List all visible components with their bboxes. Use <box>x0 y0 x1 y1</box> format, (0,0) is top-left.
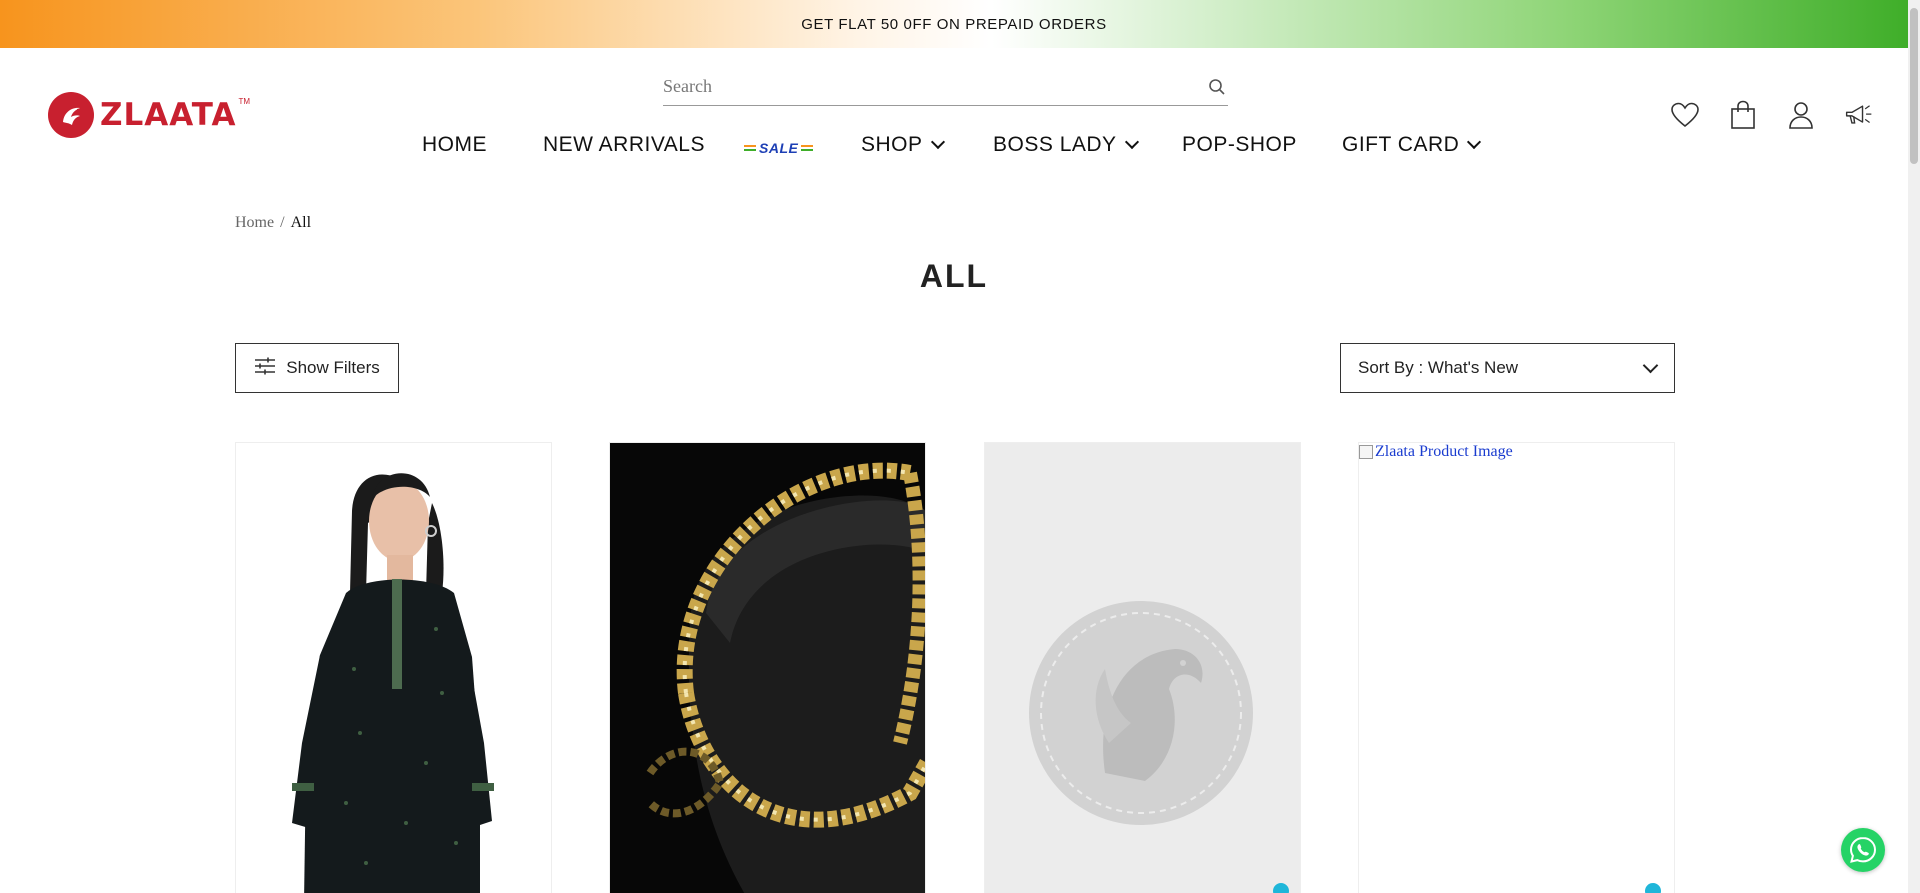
product-card[interactable] <box>609 442 926 893</box>
brand-trademark: TM <box>238 96 251 106</box>
product-card[interactable] <box>984 442 1301 893</box>
user-icon[interactable] <box>1786 100 1816 130</box>
nav-pop-shop-label: POP-SHOP <box>1182 133 1297 156</box>
chevron-down-icon <box>1467 134 1482 150</box>
heart-icon[interactable] <box>1670 100 1700 130</box>
nav-home-label: HOME <box>422 133 487 156</box>
breadcrumb: Home / All <box>235 214 311 232</box>
product-image-kurta <box>236 443 551 893</box>
color-swatch-dot[interactable] <box>1273 883 1289 893</box>
page-title: ALL <box>919 258 989 294</box>
megaphone-icon[interactable] <box>1844 100 1874 130</box>
nav-shop[interactable]: SHOP <box>861 133 945 157</box>
zlaata-placeholder-icon <box>985 443 1300 893</box>
show-filters-button[interactable]: Show Filters <box>235 343 399 393</box>
chevron-down-icon <box>1124 134 1139 150</box>
sort-label: Sort By : What's New <box>1358 358 1519 377</box>
promo-text: GET FLAT 50 0FF ON PREPAID ORDERS <box>801 15 1107 33</box>
nav-new-arrivals[interactable]: NEW ARRIVALS <box>543 133 705 157</box>
whatsapp-icon <box>1849 836 1877 863</box>
logo-bird-icon <box>48 92 94 138</box>
sale-stripe-right <box>801 145 814 151</box>
brand-name: ZLAATA <box>100 97 237 133</box>
filter-sliders-icon <box>254 357 276 380</box>
nav-gift-card[interactable]: GIFT CARD <box>1342 133 1482 157</box>
color-swatch-dot[interactable] <box>1645 883 1661 893</box>
nav-boss-lady[interactable]: BOSS LADY <box>993 133 1139 157</box>
chevron-down-icon <box>1642 357 1659 373</box>
breadcrumb-home[interactable]: Home <box>235 214 274 232</box>
nav-boss-lady-label: BOSS LADY <box>993 133 1117 156</box>
nav-shop-label: SHOP <box>861 133 923 156</box>
sale-badge: SALE <box>744 140 814 156</box>
nav-pop-shop[interactable]: POP-SHOP <box>1182 133 1297 157</box>
header-icons <box>1670 100 1874 130</box>
chevron-down-icon <box>930 134 945 150</box>
search-icon[interactable] <box>1206 76 1228 98</box>
main-nav: HOME NEW ARRIVALS SALE SHOP BOSS LADY PO… <box>0 133 1908 163</box>
broken-image-icon <box>1359 445 1373 459</box>
sort-select[interactable]: Sort By : What's New <box>1340 343 1675 393</box>
product-image-gold-chain <box>610 443 925 893</box>
breadcrumb-separator: / <box>280 214 285 231</box>
show-filters-label: Show Filters <box>286 358 380 377</box>
product-card[interactable]: Zlaata Product Image <box>1358 442 1675 893</box>
breadcrumb-current: All <box>290 214 312 231</box>
scrollbar[interactable] <box>1908 0 1920 893</box>
promo-bar: GET FLAT 50 0FF ON PREPAID ORDERS <box>0 0 1908 48</box>
nav-home[interactable]: HOME <box>422 133 487 157</box>
product-card[interactable] <box>235 442 552 893</box>
nav-sale-label: SALE <box>759 140 799 156</box>
nav-sale[interactable]: SALE <box>744 140 814 156</box>
search-input[interactable] <box>663 76 1206 97</box>
brand-logo[interactable]: ZLAATA TM <box>48 92 250 138</box>
scrollbar-thumb[interactable] <box>1910 8 1918 164</box>
sale-stripe-left <box>744 145 756 151</box>
nav-new-arrivals-label: NEW ARRIVALS <box>543 133 705 156</box>
broken-product-image: Zlaata Product Image <box>1359 443 1513 461</box>
bag-icon[interactable] <box>1728 100 1758 130</box>
nav-gift-card-label: GIFT CARD <box>1342 133 1460 156</box>
search-bar <box>663 68 1228 106</box>
whatsapp-chat-button[interactable] <box>1841 828 1885 872</box>
product-image-alt: Zlaata Product Image <box>1375 443 1513 460</box>
